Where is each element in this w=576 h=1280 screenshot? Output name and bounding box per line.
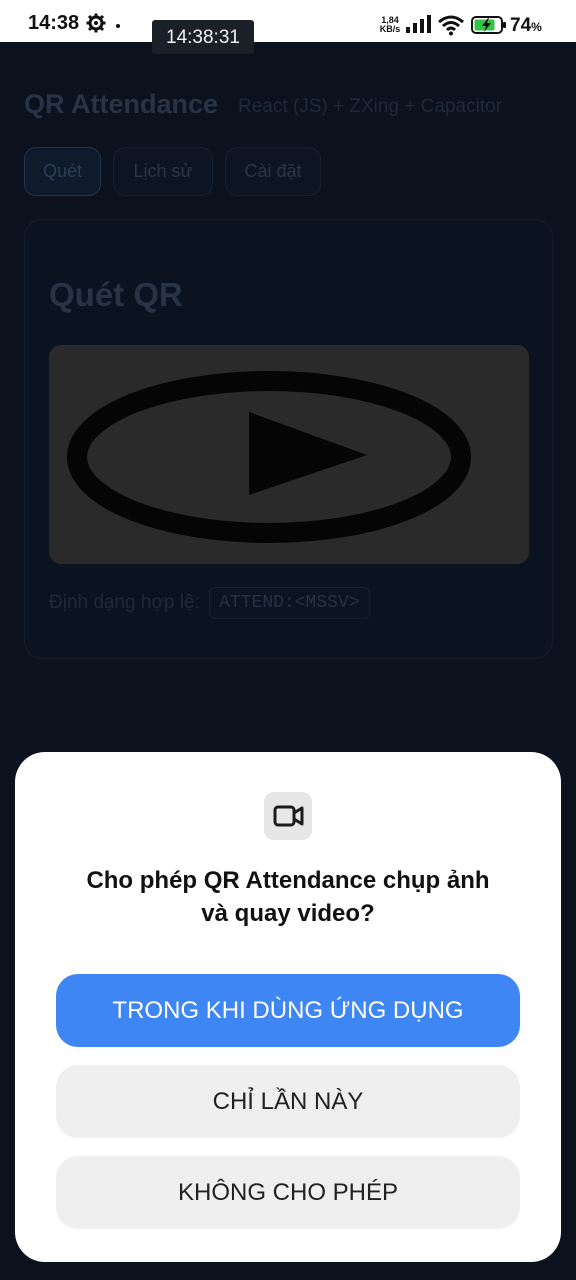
play-icon xyxy=(67,371,471,543)
dialog-title: Cho phép QR Attendance chụp ảnh và quay … xyxy=(55,864,521,930)
tab-settings[interactable]: Cài đặt xyxy=(225,147,321,196)
status-bar: 14:38 14:38:31 1,84 KB/s 74% xyxy=(0,0,576,54)
video-camera-icon xyxy=(264,792,312,840)
allow-while-using-button[interactable]: TRONG KHI DÙNG ỨNG DỤNG xyxy=(56,974,520,1047)
gear-icon xyxy=(86,13,106,33)
format-hint: Định dạng hợp lệ: ATTEND:<MSSV> xyxy=(49,587,370,619)
screen: 14:38 14:38:31 1,84 KB/s 74% QR Attendan… xyxy=(0,0,576,1280)
app-subtitle: React (JS) + ZXing + Capacitor xyxy=(238,96,502,117)
network-speed-unit: KB/s xyxy=(379,24,401,34)
network-speed: 1,84 KB/s xyxy=(378,16,402,34)
dialog-title-line-2: và quay video? xyxy=(201,900,375,927)
allow-only-this-time-button[interactable]: CHỈ LẦN NÀY xyxy=(56,1065,520,1138)
battery-percent: 74% xyxy=(510,15,542,37)
camera-preview[interactable] xyxy=(49,345,529,564)
signal-icon xyxy=(406,15,431,33)
tab-scan[interactable]: Quét xyxy=(24,147,101,196)
scan-card-title: Quét QR xyxy=(49,276,183,313)
battery-charging-icon xyxy=(471,16,506,34)
notification-dot-icon xyxy=(116,24,120,28)
battery-percent-unit: % xyxy=(531,20,542,34)
format-code: ATTEND:<MSSV> xyxy=(209,587,370,619)
clock-overlay: 14:38:31 xyxy=(152,20,254,54)
deny-button[interactable]: KHÔNG CHO PHÉP xyxy=(56,1156,520,1229)
tab-history[interactable]: Lịch sử xyxy=(113,147,213,196)
format-label: Định dạng hợp lệ: xyxy=(49,592,200,613)
battery-percent-value: 74 xyxy=(510,15,532,36)
camera-permission-dialog: Cho phép QR Attendance chụp ảnh và quay … xyxy=(15,752,561,1262)
wifi-icon xyxy=(438,15,464,36)
dialog-title-line-1: Cho phép QR Attendance chụp ảnh xyxy=(86,867,490,894)
status-time: 14:38 xyxy=(28,12,80,34)
scan-card: Quét QR Định dạng hợp lệ: ATTEND:<MSSV> xyxy=(24,219,553,659)
app-title: QR Attendance xyxy=(24,89,219,119)
